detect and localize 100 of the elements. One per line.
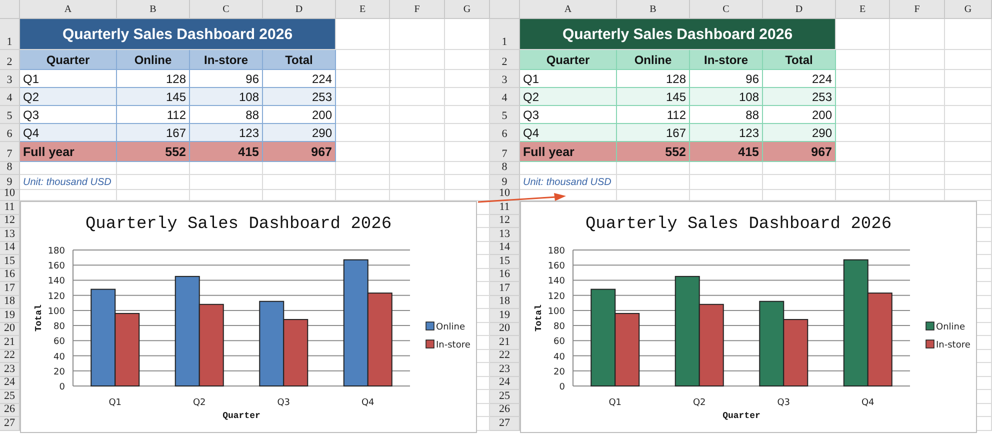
row-number[interactable]: 22 xyxy=(0,350,20,363)
row-number[interactable]: 9 xyxy=(0,175,20,190)
row-number[interactable]: 17 xyxy=(490,282,520,296)
row-number[interactable]: 18 xyxy=(490,296,520,309)
column-letter[interactable]: E xyxy=(836,0,890,19)
row-number[interactable]: 25 xyxy=(0,390,20,404)
row-number[interactable]: 6 xyxy=(0,124,20,142)
table-cell: 88 xyxy=(690,106,763,124)
select-all-corner[interactable] xyxy=(0,0,20,19)
row-number[interactable]: 17 xyxy=(0,282,20,296)
row-number[interactable]: 2 xyxy=(490,50,520,70)
row-number[interactable]: 10 xyxy=(490,190,520,201)
row-number[interactable]: 27 xyxy=(490,417,520,430)
row-number[interactable]: 21 xyxy=(0,336,20,350)
row-number[interactable]: 10 xyxy=(0,190,20,201)
row-number[interactable]: 2 xyxy=(0,50,20,70)
row-number[interactable]: 19 xyxy=(0,309,20,322)
row-number[interactable]: 1 xyxy=(490,19,520,50)
table-cell: 167 xyxy=(117,124,190,142)
total-cell: 552 xyxy=(117,142,190,162)
select-all-corner[interactable] xyxy=(490,0,520,19)
row-number[interactable]: 23 xyxy=(490,363,520,376)
x-axis-title: Quarter xyxy=(222,411,260,421)
y-tick-label: 80 xyxy=(554,322,565,332)
column-letter[interactable]: G xyxy=(945,0,992,19)
row-number[interactable]: 23 xyxy=(0,363,20,376)
column-header: In-store xyxy=(690,50,763,70)
row-number[interactable]: 12 xyxy=(0,214,20,228)
row-number[interactable]: 16 xyxy=(490,268,520,282)
row-number[interactable]: 20 xyxy=(490,322,520,336)
row-number[interactable]: 5 xyxy=(490,106,520,124)
row-number[interactable]: 4 xyxy=(0,88,20,106)
row-number[interactable]: 8 xyxy=(490,162,520,175)
y-tick-label: 120 xyxy=(48,292,65,302)
column-letter[interactable]: C xyxy=(190,0,263,19)
table-cell: Q4 xyxy=(20,124,117,142)
x-tick-label: Q4 xyxy=(361,398,374,408)
y-tick-label: 160 xyxy=(548,262,565,272)
y-tick-label: 20 xyxy=(54,367,65,378)
column-letter[interactable]: E xyxy=(336,0,390,19)
column-letter[interactable]: A xyxy=(520,0,617,19)
row-number[interactable]: 7 xyxy=(490,142,520,162)
total-cell: 552 xyxy=(617,142,690,162)
unit-note: Unit: thousand USD xyxy=(522,176,612,190)
table-cell: 145 xyxy=(117,88,190,106)
row-number[interactable]: 24 xyxy=(0,376,20,390)
table-cell: 128 xyxy=(617,70,690,88)
row-number[interactable]: 19 xyxy=(490,309,520,322)
x-tick-label: Q1 xyxy=(108,398,122,408)
row-number[interactable]: 3 xyxy=(0,70,20,88)
row-number[interactable]: 18 xyxy=(0,296,20,309)
table-title: Quarterly Sales Dashboard 2026 xyxy=(520,19,836,50)
table-cell: 88 xyxy=(190,106,263,124)
row-number[interactable]: 15 xyxy=(0,255,20,268)
column-letter[interactable]: B xyxy=(617,0,690,19)
row-number[interactable]: 26 xyxy=(490,404,520,417)
row-number[interactable]: 27 xyxy=(0,417,20,430)
row-number[interactable]: 3 xyxy=(490,70,520,88)
row-number[interactable]: 21 xyxy=(490,336,520,350)
row-number[interactable]: 13 xyxy=(490,228,520,242)
y-tick-label: 0 xyxy=(59,382,65,392)
column-letter[interactable]: B xyxy=(117,0,190,19)
y-tick-label: 140 xyxy=(548,276,565,287)
y-axis-title: Total xyxy=(534,304,544,332)
row-number[interactable]: 12 xyxy=(490,214,520,228)
row-number[interactable]: 8 xyxy=(0,162,20,175)
row-number[interactable]: 16 xyxy=(0,268,20,282)
row-number[interactable]: 15 xyxy=(490,255,520,268)
table-cell: 112 xyxy=(117,106,190,124)
table-cell: 96 xyxy=(690,70,763,88)
row-number[interactable]: 9 xyxy=(490,175,520,190)
column-letter[interactable]: A xyxy=(20,0,117,19)
y-tick-label: 80 xyxy=(54,322,65,332)
row-number[interactable]: 6 xyxy=(490,124,520,142)
row-number[interactable]: 14 xyxy=(0,242,20,255)
row-number[interactable]: 13 xyxy=(0,228,20,242)
row-number[interactable]: 25 xyxy=(490,390,520,404)
row-number[interactable]: 20 xyxy=(0,322,20,336)
row-number[interactable]: 14 xyxy=(490,242,520,255)
row-number[interactable]: 24 xyxy=(490,376,520,390)
row-number[interactable]: 26 xyxy=(0,404,20,417)
column-letter[interactable]: F xyxy=(890,0,945,19)
column-letter[interactable]: C xyxy=(690,0,763,19)
column-letter[interactable]: D xyxy=(763,0,836,19)
column-letter[interactable]: G xyxy=(445,0,490,19)
row-number[interactable]: 22 xyxy=(490,350,520,363)
table-cell: 253 xyxy=(263,88,336,106)
table-cell: 200 xyxy=(763,106,836,124)
row-number[interactable]: 1 xyxy=(0,19,20,50)
row-number[interactable]: 5 xyxy=(0,106,20,124)
y-tick-label: 140 xyxy=(48,276,65,287)
row-number[interactable]: 11 xyxy=(0,201,20,214)
y-tick-label: 0 xyxy=(559,382,565,392)
row-number[interactable]: 11 xyxy=(490,201,520,214)
y-tick-label: 100 xyxy=(48,306,65,317)
x-tick-label: Q1 xyxy=(608,398,622,408)
row-number[interactable]: 4 xyxy=(490,88,520,106)
row-number[interactable]: 7 xyxy=(0,142,20,162)
column-letter[interactable]: D xyxy=(263,0,336,19)
column-letter[interactable]: F xyxy=(390,0,445,19)
